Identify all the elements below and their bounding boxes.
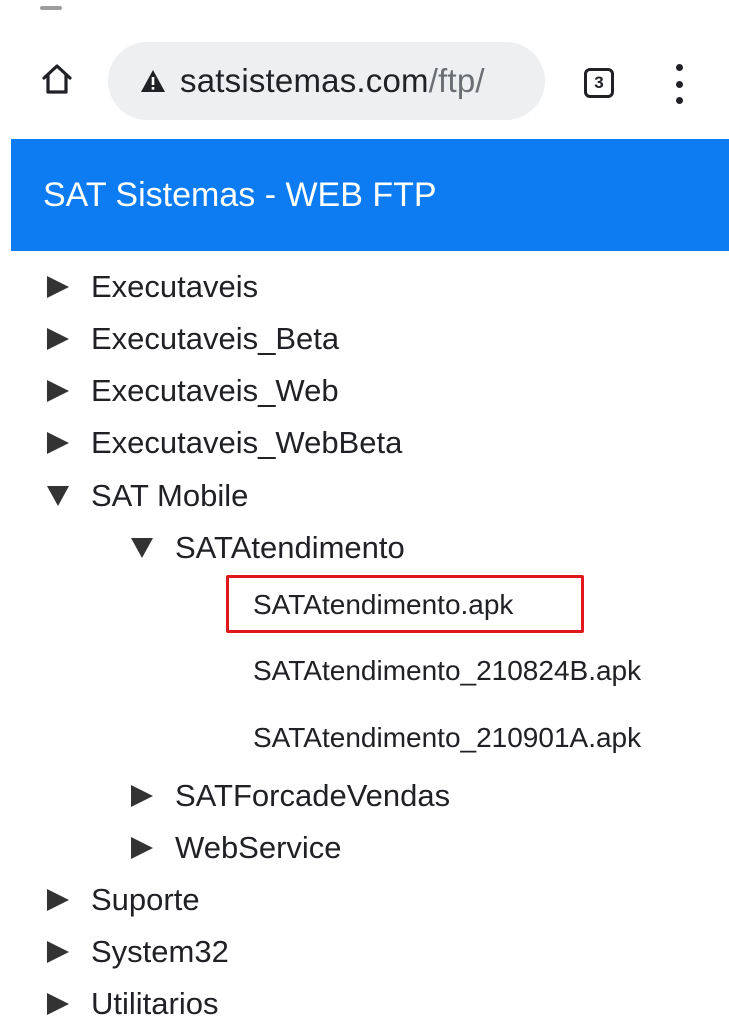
home-icon <box>42 64 72 94</box>
more-menu-button[interactable] <box>664 64 694 104</box>
folder-executaveis-web[interactable]: Executaveis_Web <box>47 366 339 416</box>
collapsed-triangle-icon <box>47 380 69 402</box>
collapsed-triangle-icon <box>47 432 69 454</box>
folder-label: Executaveis_Beta <box>91 321 340 356</box>
site-header: SAT Sistemas - WEB FTP <box>11 139 729 251</box>
status-bar-left-indicator <box>40 6 62 10</box>
file-sat-atendimento-210824b-apk[interactable]: SATAtendimento_210824B.apk <box>253 646 641 696</box>
expanded-triangle-icon <box>131 538 153 558</box>
home-button[interactable] <box>40 62 74 96</box>
browser-toolbar: satsistemas.com/ftp/ 3 <box>0 40 729 120</box>
url-host: satsistemas.com <box>180 62 429 99</box>
file-label: SATAtendimento_210824B.apk <box>253 655 642 686</box>
folder-executaveis-webbeta[interactable]: Executaveis_WebBeta <box>47 418 402 468</box>
file-sat-atendimento-210901a-apk[interactable]: SATAtendimento_210901A.apk <box>253 713 641 763</box>
folder-label: SATAtendimento <box>175 530 405 565</box>
expanded-triangle-icon <box>47 486 69 506</box>
page-title: SAT Sistemas - WEB FTP <box>43 175 437 214</box>
address-bar[interactable]: satsistemas.com/ftp/ <box>108 42 545 120</box>
highlight-box <box>226 575 584 633</box>
collapsed-triangle-icon <box>47 276 69 298</box>
folder-sat-mobile[interactable]: SAT Mobile <box>47 471 248 521</box>
folder-label: Executaveis_Web <box>91 373 339 408</box>
url-path: /ftp/ <box>428 62 485 99</box>
collapsed-triangle-icon <box>47 889 69 911</box>
status-bar <box>0 0 729 18</box>
folder-suporte[interactable]: Suporte <box>47 875 200 925</box>
folder-label: Utilitarios <box>91 986 219 1021</box>
folder-label: Executaveis_WebBeta <box>91 425 403 460</box>
folder-sat-atendimento[interactable]: SATAtendimento <box>131 523 405 573</box>
folder-sat-forcade-vendas[interactable]: SATForcadeVendas <box>131 771 450 821</box>
collapsed-triangle-icon <box>47 993 69 1015</box>
folder-label: Executaveis <box>91 269 259 304</box>
collapsed-triangle-icon <box>131 785 153 807</box>
folder-label: SAT Mobile <box>91 478 249 513</box>
folder-webservice[interactable]: WebService <box>131 823 342 873</box>
menu-dot-icon <box>675 97 683 104</box>
folder-utilitarios[interactable]: Utilitarios <box>47 979 218 1029</box>
url-text: satsistemas.com/ftp/ <box>180 62 485 100</box>
tab-switcher-button[interactable]: 3 <box>584 68 614 98</box>
folder-label: Suporte <box>91 882 200 917</box>
not-secure-warning-icon[interactable] <box>140 68 166 94</box>
folder-executaveis-beta[interactable]: Executaveis_Beta <box>47 314 339 364</box>
collapsed-triangle-icon <box>47 941 69 963</box>
collapsed-triangle-icon <box>47 328 69 350</box>
collapsed-triangle-icon <box>131 837 153 859</box>
folder-label: System32 <box>91 934 229 969</box>
file-label: SATAtendimento_210901A.apk <box>253 722 642 753</box>
tab-count: 3 <box>594 73 604 92</box>
folder-label: SATForcadeVendas <box>175 778 451 813</box>
folder-system32[interactable]: System32 <box>47 927 229 977</box>
menu-dot-icon <box>675 64 683 71</box>
folder-label: WebService <box>175 830 342 865</box>
folder-executaveis[interactable]: Executaveis <box>47 262 258 312</box>
menu-dot-icon <box>675 80 683 88</box>
